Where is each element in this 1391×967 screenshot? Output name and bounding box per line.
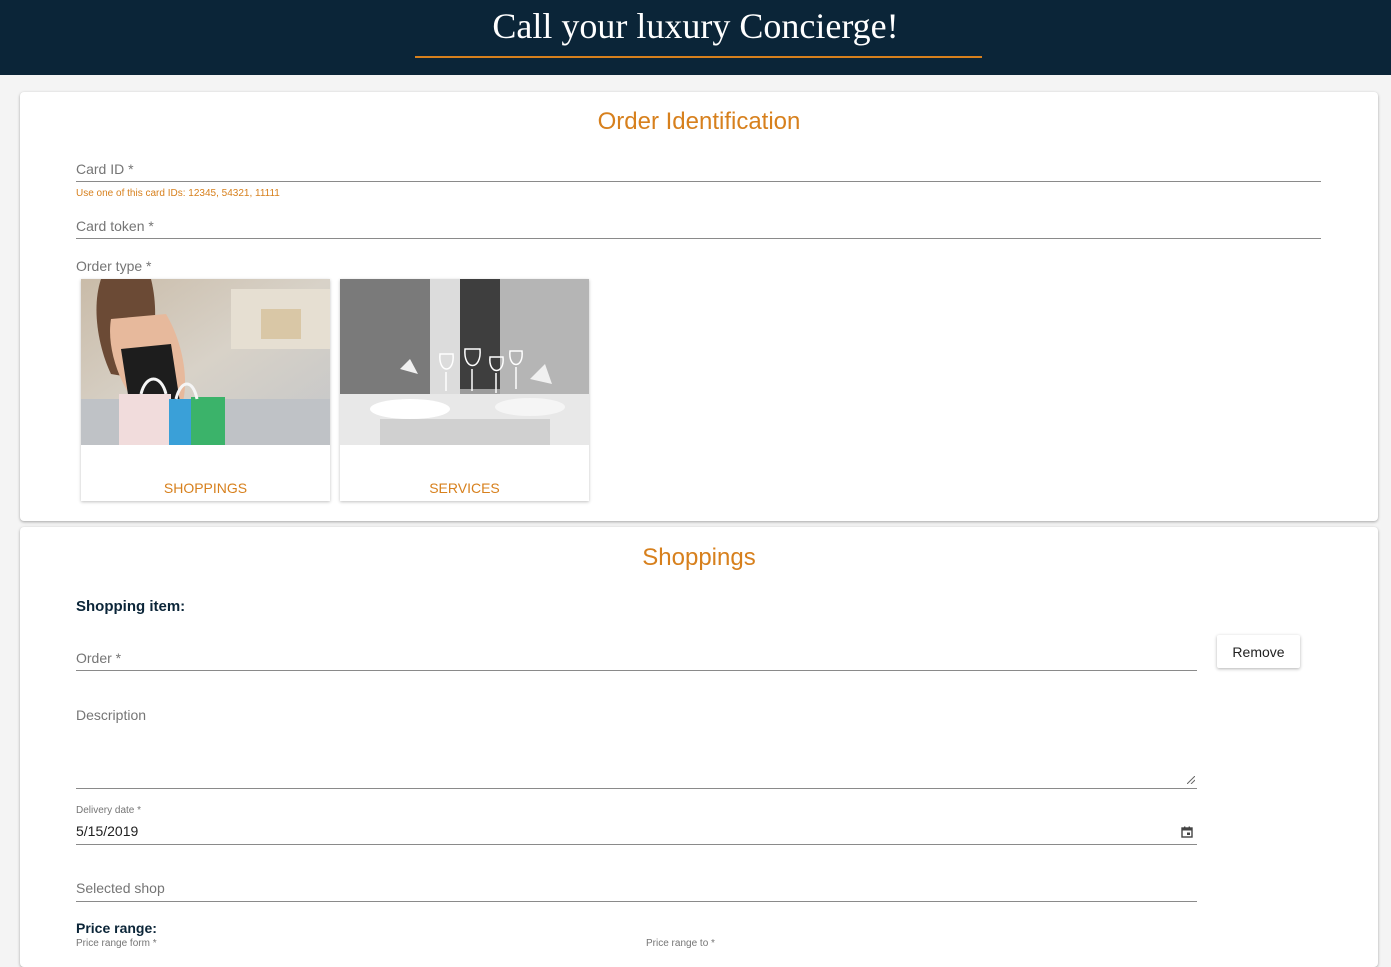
header-underline	[415, 56, 982, 58]
order-identification-card: Order Identification Card ID * Use one o…	[20, 92, 1378, 521]
order-type-shoppings-tile[interactable]: SHOPPINGS	[81, 279, 330, 501]
card-id-label: Card ID *	[76, 161, 134, 177]
order-type-services-tile[interactable]: SERVICES	[340, 279, 589, 501]
shopping-photo	[81, 279, 330, 445]
restaurant-photo	[340, 279, 589, 445]
order-identification-title: Order Identification	[597, 108, 801, 135]
remove-button[interactable]: Remove	[1217, 635, 1300, 668]
order-label: Order *	[76, 650, 122, 666]
delivery-date-value: 5/15/2019	[76, 823, 139, 839]
shoppings-card: Shoppings Shopping item: Order * Remove …	[20, 527, 1378, 967]
delivery-date-label: Delivery date *	[76, 805, 142, 816]
card-id-field[interactable]: Card ID *	[76, 158, 1321, 182]
price-range-to-label: Price range to *	[646, 938, 715, 949]
selected-shop-field[interactable]: Selected shop	[76, 877, 1197, 902]
description-label: Description	[76, 707, 147, 723]
shoppings-tile-label: SHOPPINGS	[163, 480, 248, 496]
price-range-heading: Price range:	[76, 920, 157, 936]
order-type-label: Order type *	[76, 258, 152, 274]
shoppings-title: Shoppings	[642, 544, 756, 571]
services-tile-label: SERVICES	[429, 480, 500, 496]
shopping-item-heading: Shopping item:	[76, 598, 186, 615]
resize-handle-icon[interactable]	[1187, 776, 1195, 784]
calendar-icon[interactable]	[1181, 826, 1193, 838]
price-range-from-label: Price range form *	[76, 938, 157, 949]
card-id-hint: Use one of this card IDs: 12345, 54321, …	[76, 188, 280, 199]
order-field[interactable]: Order *	[76, 646, 1197, 671]
description-field[interactable]: Description	[76, 705, 1197, 789]
header-title: Call your luxury Concierge!	[492, 6, 899, 46]
selected-shop-label: Selected shop	[76, 880, 165, 896]
page-scrollbar-track[interactable]	[1383, 75, 1391, 955]
delivery-date-field[interactable]: Delivery date * 5/15/2019	[76, 805, 1197, 845]
card-token-label: Card token *	[76, 218, 154, 234]
page-header: Call your luxury Concierge!	[0, 0, 1391, 75]
card-token-field[interactable]: Card token *	[76, 215, 1321, 239]
